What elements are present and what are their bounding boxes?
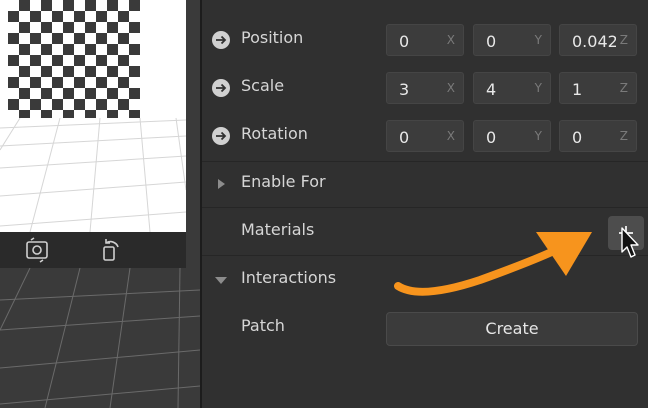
scale-x-field[interactable]: 3 X	[386, 72, 464, 104]
rotation-z-field[interactable]: 0 Z	[559, 120, 637, 152]
scale-label: Scale	[241, 76, 285, 95]
rotation-x-value: 0	[399, 128, 410, 147]
inspector-panel: Position 0 X 0 Y 0.042 Z Scale 3 X 4 Y 1…	[202, 0, 648, 408]
axis-z-label: Z	[619, 33, 628, 47]
add-material-button[interactable]	[608, 216, 644, 250]
arrow-right-icon[interactable]	[212, 31, 230, 49]
axis-z-label: Z	[619, 129, 628, 143]
interactions-row[interactable]: Interactions	[202, 256, 648, 304]
position-y-value: 0	[486, 32, 497, 51]
enable-for-row[interactable]: Enable For	[202, 160, 648, 208]
position-x-value: 0	[399, 32, 410, 51]
patch-label: Patch	[241, 316, 285, 335]
rotate-icon[interactable]	[96, 236, 126, 264]
scale-row: Scale 3 X 4 Y 1 Z	[202, 64, 648, 112]
enable-for-label: Enable For	[241, 172, 326, 191]
preview-toolbar	[0, 232, 186, 268]
position-z-value: 0.042	[572, 32, 616, 51]
rotation-x-field[interactable]: 0 X	[386, 120, 464, 152]
arrow-right-icon[interactable]	[212, 127, 230, 145]
arrow-right-icon[interactable]	[212, 79, 230, 97]
position-label: Position	[241, 28, 304, 47]
collapse-triangle-icon[interactable]	[215, 277, 227, 284]
scale-y-value: 4	[486, 80, 497, 99]
axis-x-label: X	[446, 33, 455, 47]
axis-z-label: Z	[619, 81, 628, 95]
position-x-field[interactable]: 0 X	[386, 24, 464, 56]
checkerboard-texture	[8, 0, 140, 118]
plus-icon	[619, 226, 633, 240]
scale-z-value: 1	[572, 80, 583, 99]
camera-switch-icon[interactable]	[22, 236, 52, 264]
device-preview	[0, 0, 186, 232]
materials-row: Materials	[202, 208, 648, 256]
expand-triangle-icon[interactable]	[218, 179, 225, 189]
axis-y-label: Y	[534, 129, 542, 143]
position-z-field[interactable]: 0.042 Z	[559, 24, 637, 56]
scene-viewport[interactable]	[0, 0, 200, 408]
rotation-label: Rotation	[241, 124, 308, 143]
scale-y-field[interactable]: 4 Y	[473, 72, 551, 104]
rotation-row: Rotation 0 X 0 Y 0 Z	[202, 112, 648, 162]
materials-label: Materials	[241, 220, 315, 239]
patch-row: Patch Create	[202, 304, 648, 352]
rotation-y-value: 0	[486, 128, 497, 147]
interactions-label: Interactions	[241, 268, 337, 287]
position-y-field[interactable]: 0 Y	[473, 24, 551, 56]
axis-y-label: Y	[534, 33, 542, 47]
create-patch-button[interactable]: Create	[386, 312, 638, 346]
rotation-z-value: 0	[572, 128, 583, 147]
axis-x-label: X	[446, 81, 455, 95]
rotation-y-field[interactable]: 0 Y	[473, 120, 551, 152]
axis-y-label: Y	[534, 81, 542, 95]
scale-z-field[interactable]: 1 Z	[559, 72, 637, 104]
axis-x-label: X	[446, 129, 455, 143]
scale-x-value: 3	[399, 80, 410, 99]
position-row: Position 0 X 0 Y 0.042 Z	[202, 16, 648, 64]
